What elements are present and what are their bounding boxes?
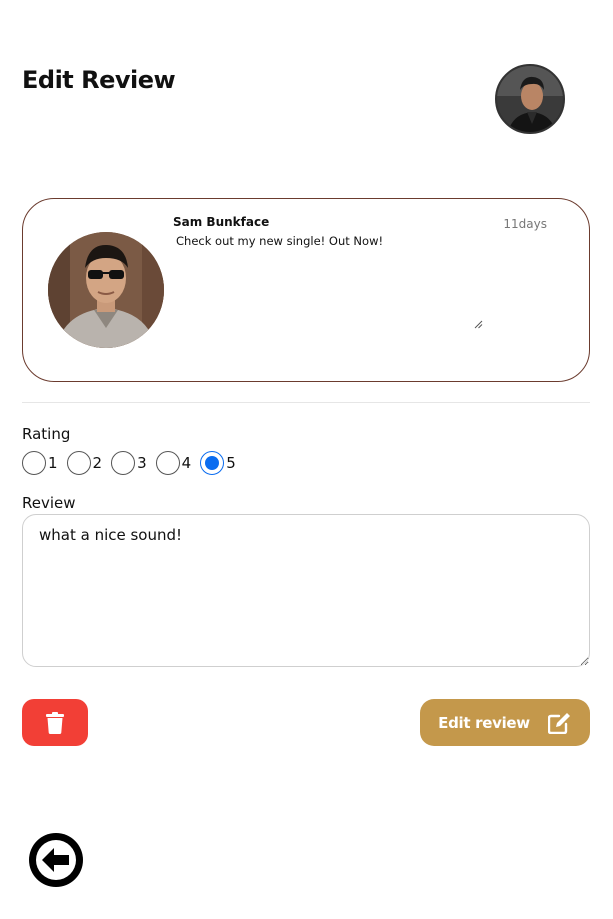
rating-option-label: 4 — [181, 454, 192, 472]
artist-avatar[interactable] — [48, 232, 164, 348]
rating-option-2[interactable]: 2 — [66, 451, 103, 475]
rating-option-label: 2 — [92, 454, 103, 472]
delete-button[interactable] — [22, 699, 88, 746]
rating-label: Rating — [22, 425, 71, 443]
rating-option-1[interactable]: 1 — [22, 451, 58, 475]
edit-icon — [547, 712, 570, 734]
post-card: Sam Bunkface 11days Check out my new sin… — [22, 198, 590, 382]
radio-button[interactable] — [66, 451, 91, 475]
rating-option-label: 5 — [226, 454, 236, 472]
radio-button[interactable] — [22, 451, 46, 475]
radio-button[interactable] — [111, 451, 136, 475]
rating-option-label: 1 — [48, 454, 58, 472]
artist-avatar-image — [48, 232, 164, 348]
post-time: 11days — [503, 217, 547, 231]
radio-button-selected[interactable] — [200, 451, 225, 475]
user-avatar[interactable] — [495, 64, 565, 134]
review-label: Review — [22, 494, 76, 512]
post-text[interactable]: Check out my new single! Out Now! — [176, 234, 486, 329]
review-input[interactable]: what a nice sound! — [22, 514, 590, 667]
post-author[interactable]: Sam Bunkface — [173, 215, 269, 229]
page-title: Edit Review — [22, 66, 176, 94]
rating-radio-group: 1 2 3 4 5 — [22, 451, 245, 475]
edit-review-label: Edit review — [438, 713, 530, 732]
user-avatar-image — [497, 66, 563, 132]
arrow-left-icon — [36, 840, 76, 880]
rating-option-4[interactable]: 4 — [155, 451, 192, 475]
rating-option-5[interactable]: 5 — [200, 451, 236, 475]
edit-review-button[interactable]: Edit review — [420, 699, 590, 746]
trash-icon — [46, 711, 64, 734]
resize-grip-icon[interactable] — [473, 319, 483, 329]
back-button[interactable] — [29, 833, 83, 887]
radio-button[interactable] — [155, 451, 180, 475]
divider — [22, 402, 590, 403]
rating-option-3[interactable]: 3 — [111, 451, 147, 475]
rating-option-label: 3 — [137, 454, 147, 472]
